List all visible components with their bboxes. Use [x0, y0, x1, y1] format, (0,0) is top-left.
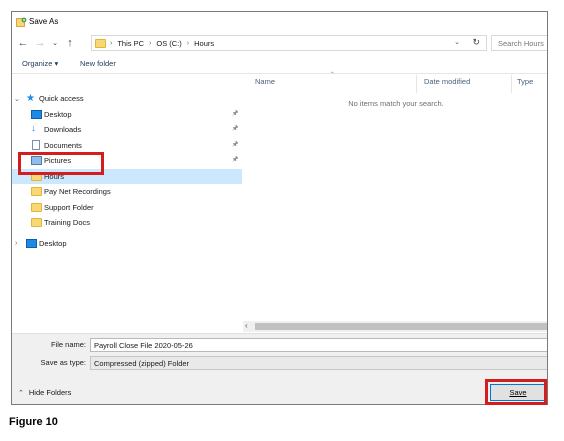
desktop-icon — [26, 239, 37, 248]
sidebar-item-pay-net-recordings[interactable]: Pay Net Recordings — [12, 184, 242, 199]
hide-folders-label: Hide Folders — [28, 388, 72, 397]
file-list[interactable]: ˆ Name Date modified Type No items match… — [243, 71, 547, 333]
sidebar-item-label: Hours — [44, 172, 65, 181]
file-name-label: File name: — [50, 340, 86, 349]
chevron-down-icon[interactable]: ⌄ — [454, 38, 460, 46]
column-type[interactable]: Type — [517, 77, 533, 91]
navigation-bar: ← → ⌄ ↑ › This PC › OS (C:) › Hours ⌄ ↻ — [12, 32, 547, 54]
file-name-input[interactable] — [91, 339, 547, 351]
search-input[interactable] — [492, 36, 547, 50]
sidebar-item-desktop-root[interactable]: › Desktop — [12, 236, 242, 251]
refresh-icon[interactable]: ↻ — [472, 37, 480, 48]
new-folder-button[interactable]: New folder — [80, 59, 116, 68]
star-icon: ★ — [26, 93, 35, 104]
sidebar-item-label: Downloads — [44, 125, 82, 134]
chevron-right-icon: › — [149, 40, 152, 47]
address-bar[interactable]: › This PC › OS (C:) › Hours ⌄ ↻ — [91, 35, 487, 51]
folder-icon — [31, 203, 42, 212]
sidebar-item-label: Documents — [44, 141, 82, 150]
breadcrumb-this-pc[interactable]: This PC — [117, 39, 144, 48]
sidebar-item-label: Desktop — [44, 110, 72, 119]
sidebar-item-label: Desktop — [39, 239, 67, 248]
column-divider[interactable] — [511, 75, 512, 93]
sidebar-item-label: Pay Net Recordings — [44, 187, 111, 196]
chevron-up-icon: ⌃ — [18, 389, 24, 397]
save-button-label: Save — [509, 388, 527, 397]
sidebar-item-label: Support Folder — [44, 203, 94, 212]
sidebar-item-pictures[interactable]: Pictures 🖈 — [12, 153, 242, 168]
pictures-icon — [31, 156, 42, 165]
navigation-pane: ⌄ ★ Quick access Desktop 🖈 ↓ Downloads 🖈… — [12, 75, 242, 333]
column-name[interactable]: Name — [255, 77, 275, 91]
file-name-field[interactable] — [90, 338, 547, 352]
pin-icon: 🖈 — [232, 110, 239, 117]
search-box[interactable] — [491, 35, 547, 51]
chevron-right-icon: › — [186, 40, 190, 47]
column-divider[interactable] — [416, 75, 417, 93]
save-as-app-icon — [16, 17, 27, 27]
arrow-up-icon[interactable]: ↑ — [63, 36, 77, 50]
save-as-dialog: Save As ← → ⌄ ↑ › This PC › OS (C:) › Ho… — [11, 11, 548, 405]
breadcrumb: › This PC › OS (C:) › Hours — [110, 39, 214, 48]
pin-icon: 🖈 — [232, 125, 239, 132]
command-bar: Organize ▾ New folder — [12, 55, 547, 74]
organize-menu-button[interactable]: Organize ▾ — [22, 59, 58, 68]
hide-folders-button[interactable]: ⌃ Hide Folders — [18, 388, 71, 397]
save-button[interactable]: Save — [490, 384, 546, 401]
breadcrumb-hours[interactable]: Hours — [194, 39, 214, 48]
sidebar-item-training-docs[interactable]: Training Docs — [12, 215, 242, 230]
folder-icon — [31, 218, 42, 227]
pin-icon: 🖈 — [232, 141, 239, 148]
chevron-down-icon[interactable]: ⌄ — [14, 95, 20, 103]
sidebar-item-label: Training Docs — [44, 218, 90, 227]
sort-ascending-icon: ˆ — [331, 71, 334, 80]
save-as-type-label: Save as type: — [40, 358, 86, 367]
dialog-title: Save As — [29, 17, 59, 26]
desktop-icon — [31, 110, 42, 119]
horizontal-scrollbar[interactable]: ‹ — [243, 321, 547, 332]
arrow-left-icon[interactable]: ← — [16, 36, 30, 50]
scrollbar-thumb[interactable] — [255, 323, 547, 330]
folder-icon — [31, 172, 42, 181]
chevron-down-icon[interactable]: ⌄ — [48, 36, 62, 50]
sidebar-item-hours[interactable]: Hours — [12, 169, 242, 184]
sidebar-item-quick-access[interactable]: ⌄ ★ Quick access — [12, 91, 242, 106]
sidebar-item-downloads[interactable]: ↓ Downloads 🖈 — [12, 122, 242, 137]
empty-message: No items match your search. — [348, 99, 444, 108]
save-as-type-select[interactable]: Compressed (zipped) Folder — [90, 356, 547, 370]
pin-icon: 🖈 — [232, 156, 239, 163]
save-as-type-value: Compressed (zipped) Folder — [94, 359, 190, 368]
download-icon: ↓ — [31, 123, 36, 134]
title-bar: Save As — [12, 12, 547, 32]
folder-icon — [95, 39, 106, 48]
folder-icon — [31, 187, 42, 196]
sidebar-item-support-folder[interactable]: Support Folder — [12, 200, 242, 215]
chevron-right-icon: › — [110, 40, 113, 47]
breadcrumb-os-c[interactable]: OS (C:) — [156, 39, 181, 48]
sidebar-item-label: Quick access — [39, 94, 84, 103]
document-icon — [32, 140, 40, 150]
figure-caption: Figure 10 — [9, 416, 58, 428]
scroll-left-icon[interactable]: ‹ — [245, 321, 248, 330]
sidebar-item-documents[interactable]: Documents 🖈 — [12, 138, 242, 153]
sidebar-item-desktop[interactable]: Desktop 🖈 — [12, 107, 242, 122]
save-options-pane: File name: Save as type: Compressed (zip… — [12, 333, 547, 404]
column-date-modified[interactable]: Date modified — [424, 77, 470, 91]
chevron-right-icon[interactable]: › — [15, 240, 17, 247]
arrow-right-icon[interactable]: → — [33, 36, 47, 50]
sidebar-item-label: Pictures — [44, 156, 72, 165]
